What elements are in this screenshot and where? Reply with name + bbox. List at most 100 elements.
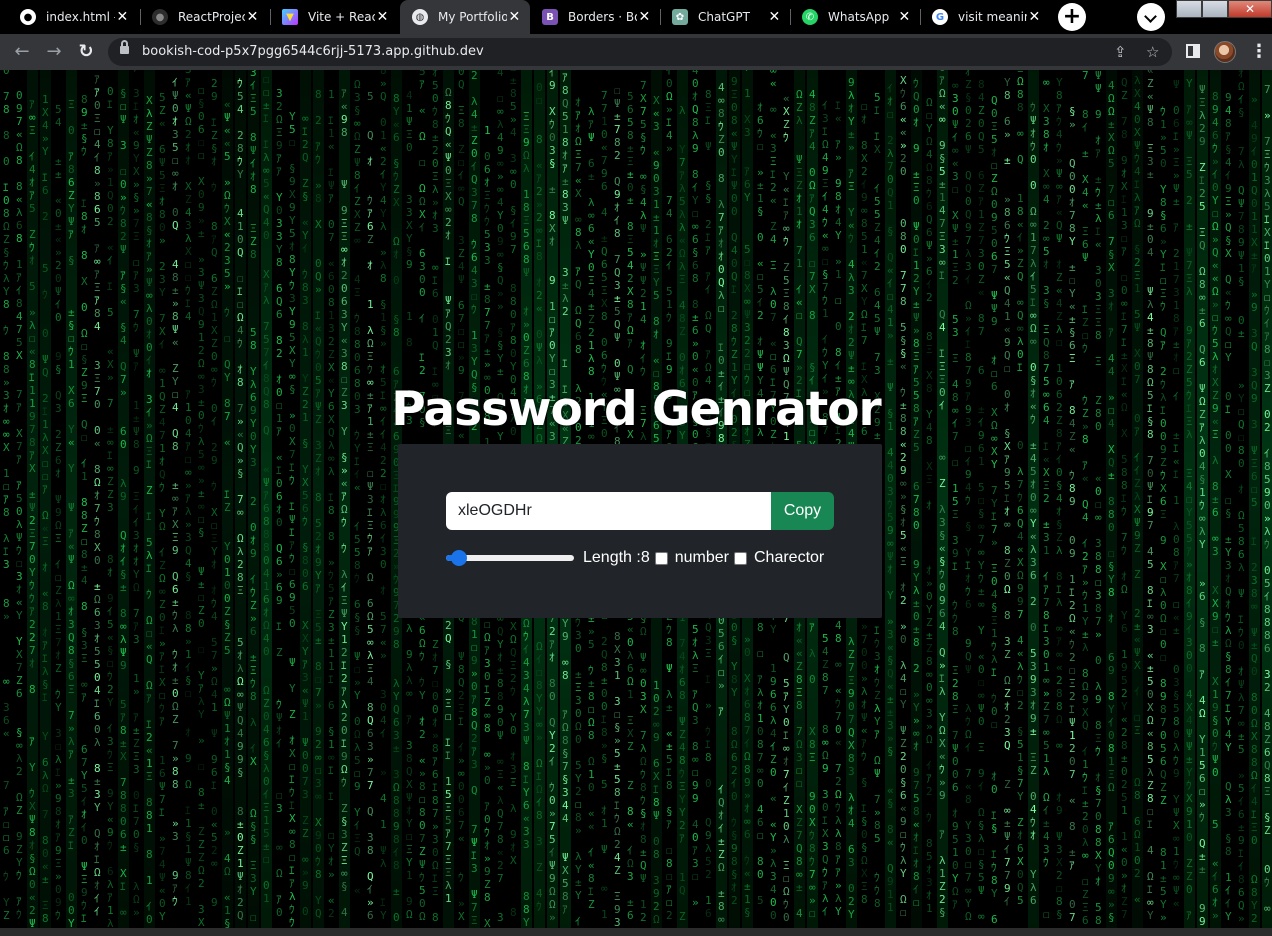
lock-icon [120,40,129,54]
copy-button[interactable]: Copy [771,492,834,530]
menu-kebab-icon[interactable]: ⋮ [1250,40,1268,64]
close-icon[interactable]: ✕ [767,9,782,25]
matrix-glyph-column: 1 ｴ 1 «ｴ Ψ ｱ 0 7 «6 0 8 1 3 2 Z X «Y 6 X Qλ ∞ λ ｴ 8 8 »ｳ 5 ｱ Z 3 ±1 1 ｴ 6… [328,88,335,920]
close-icon[interactable]: ✕ [245,9,260,25]
tab-title: index.html - [46,10,115,24]
tab-index-html[interactable]: ● index.html - ✕ [8,0,138,34]
matrix-glyph-column: Q 0 Ξ 5 ｵ☐ Z Ω 0 9 5 0 6 7 Ψ Ψ 9 ｵ☐ 6 X Ω ∞ X Y 7 Y ｴ 7» Ξ 0 4 § Ξ 1 ｳ λ ｴｳ… [991,94,998,926]
maximize-button[interactable] [1202,0,1228,18]
tab-chatgpt[interactable]: ✿ ChatGPT ✕ [660,0,790,34]
back-arrow-icon[interactable]: ← [8,38,36,66]
close-icon[interactable]: ✕ [897,9,912,25]
tab-title: ChatGPT [698,10,767,24]
matrix-glyph-column: ｱ3ｴｵ«9YX»§»7Ξ☐ｱ37ｳΨｱ1±Ψ89Ξｲｲ3ｵｵYΩ7ｱ31»ｱ±… [133,70,140,919]
character-checkbox[interactable] [733,551,747,565]
tab-title: ReactProject [178,10,245,24]
matrix-glyph-column: 5 4 ± ± «0 ± «» 2 0 Ψ ｲ 0 9 § Q 3 2 Z 6 ｵ Ψ 9 Ω Ξ ｲ☐ Zλ 1 Ξ 7 ｵ Z ｳ Y 3 ☐ λ… [55,103,62,922]
matrix-glyph-column: «Z «Ψ 8 Ξ 3 ±9 ±0 4 Ψλ 4 ±8 Ψ 8 Ω 5 ｴ§ 8 7 0 Ψ ｴ 9 7 4 5 8 ｴ∞ 3 «±5 0… [1147,70,1154,922]
matrix-glyph-column: ☐ § 0 6 ☐ ☐ X 0 9» ±» 3 Ψ 3 Q 9 1 2 Ω ∞ 3 ±0 ｳ λ 5 ∞» ± ∞ ☐ § Ψ ± ☐ Z 0 ☐ Y… [198,84,205,928]
matrix-glyph-column: 2 9 ｴ Z §ｵｳ 8 ｱ Q 6 Z Ω 1 X Z 0 ∞ｳ 0 ｲ 2 9 ｳ X ☐ Ξ Y ｵｵｳ 4 5 7» Ω 4 1 Ψ 9… [211,77,218,909]
matrix-glyph-column: 8 4 Z 0 Q 5 6 Z ｱ 1 Z 7 3 0 Z «8 7 6 ±ｲ 9 6 1 5 ☐ § ∞ 7 ∞ Y ｳ± ∞ Y «0 ☐ ∞ Ψ… [978,78,985,923]
matrix-glyph-column: ｵ Ω ｲ§ 7 λ Q Ψ 7 8 9 Ψ 1 § 0 ±» Y ☐ Q ☐ 8 0 ｵ Ω 5 8 6 λ Ψ ｴｳ 0 ｵ Ψλ 7 ∞ ±5… [1238,70,1245,925]
matrix-glyph-column: 5 Z «6 Ψ 5 Ξ ｵ 8 0» 2 3 Y 7 X ｲ∞ 1 Q Z 4 7 1 ｵ Q ｳ Y Ω ｲ Z Ω ∞ Z 0 ｴ»ｱｴ X… [159,91,166,923]
github-icon: ● [152,9,168,25]
new-tab-button[interactable]: + [1058,3,1086,31]
vite-icon: ▼ [282,9,298,25]
matrix-glyph-column: ∞ 3 0 Ψ ｲ∞ «3 ☐ X Ψ ±1 Ξ 2 5 3 Ξ 4 8 ∞ｲ 7 ☐ 1 5 Ξ 3 9 ｴｳｳ 8 Ξ 2 8 Ξ 7 Ψ 0… [952,79,959,911]
matrix-glyph-column: 7» 7 Ξ ｳ 3 λ 5 ｴ X ｴ 0 1 Y ☐ｳｲｱ 8 ☐ 3 Z 0 2 ｲ 8 5 9 0» λ ｳ 0 5 ｲ 8 8 8 6 3… [1264,83,1271,915]
share-icon[interactable]: ⇪ [1114,43,1127,61]
matrix-glyph-column: 5 Q ｵｳｱ 6 Z ｵ 1 λ Ω Ξ ｳ∞ ±ｱ 1 ± Ξ ☐ Ψ 3 ｴ Ξ ｳｱ Ω 6 Ω 5 ∞ λ Ξ 4 8 Q 6 3» 7… [367,90,374,922]
matrix-glyph-column: 9 4 8 ｱ§ 4 ｲ 9 Ξ» Q § X Q «ｳ∞ Q ☐ Y 0 ｴ 0 0 X ☐ § ± Y 3 ｵ Q ｵｳ λ Ω § 8 ｲ 7… [1225,91,1232,923]
matrix-glyph-column: X ｳ 6 ««» 2 0 0 8 0 7 7 8 5 § § «ｳ± 8 8 «2 9 ∞» §ｵ 5 «Ξ ｵ 2» 0 λ 4 ☐ Y… [900,74,907,919]
close-icon[interactable]: ✕ [1027,9,1042,25]
bookmark-star-icon[interactable]: ☆ [1146,43,1159,61]
chatgpt-icon: ✿ [672,9,688,25]
matrix-glyph-column: Ω 3 § ∞ Ω Z Ψ 8 ｲ Z X Z ∞ 4 Ξ ｳ 8 8 0 6 8 0 3 ｳ Y ｴｲ«ｲ 5 5 8 ｳ 6 § § Ψ ☐» Y… [354,78,361,897]
tab-title: Vite + React [308,10,375,24]
close-icon[interactable]: ✕ [637,9,652,25]
github-icon: ● [20,9,36,25]
close-icon[interactable]: ✕ [507,9,522,25]
bottom-edge [0,928,1272,936]
matrix-glyph-column: 3 2 Ω Ξ 9 ｱｱ Y 0 3 3 Y 8 6 Q 6 8 2 ｵ 0 ☐ 1 ｱ«ｴ 0 6 ｵ 0 Q 6» 6 9 ｴ Z ｳ Ψ ｵｲ… [276,87,283,919]
matrix-glyph-column: Ψ Ψ 9 ｵｱ±ｳ± λ ｴ« 3 0 3 Ξ Ξ 8 Ξ Z 8 0 «0 ☐ ∞ 3 8 8 ☐ 3 8 7» 0 λ 9 8 Ξ ｳｵ… [1095,70,1102,927]
side-panel-icon[interactable] [1186,44,1200,58]
length-label: Length :8 [583,549,650,567]
number-checkbox[interactable] [654,551,668,565]
tab-vite-react[interactable]: ▼ Vite + React ✕ [270,0,398,34]
tab-whatsapp[interactable]: ✆ WhatsApp ✕ [790,0,920,34]
tab-my-portfolio[interactable]: ◍ My Portfolio ✕ [400,0,530,34]
matrix-glyph-column: 0 9 7 «Ω 8 8 «λ 6 8 1 ｱｲ 8 4 7 5 X 7 ｱ X 7 ｱｱ 5 0 λ Ψ ｳ☐ 3 ｵ« Y Y X 7 Z 6… [16,89,23,921]
matrix-glyph-column: ∞ X 3 8 ｵ X ∞ 4 2 ∞ 5 ｵ 3 § Ξ Q 8 7 5 ∞ 6 4 ｴ« X Ξ 2 ±3 1 ｲｱ 7 8 ｴ 3 0 1 ∞»… [1043,76,1050,921]
tab-title: WhatsApp [828,10,897,24]
matrix-glyph-column: ｳ Q 0 ｵ 9 ± Ξ 0 Ψ 0 ｴ 1 2 Y ± Ψ» 8 Ξ ｱ 5 5 8 ｱ Z 5 6 7 8 0 9 Yλ ±0 ±8 2» Y… [913,77,920,909]
tab-borders-bootstrap[interactable]: B Borders · Bo ✕ [530,0,660,34]
google-icon: G [932,9,948,25]
character-label: Charector [754,549,824,567]
tab-search-button[interactable] [1137,3,1165,31]
matrix-glyph-column: 0 7 8 8 0 ｴ 0 8 Ω Z §ｳ λ Y 8 ｳ 8 8» 3 ｵ∞ ∞ X 1 ☐ｱ 8 λ ｴ 3 8» ∞ 3 6 «7 ｱ☐… [3,70,10,922]
matrix-glyph-column: Y ｱ∞ Ψ Ξ 5 2 ± Ψ 7 Ξλ 9 ｱ 2 Z 5 ｳｴ Ξλ Ξ 4 ☐ Y 5 5 ｱ»ｵ 8 ｲ 9 ｲ 3 0 0 4 X 4… [1186,77,1193,922]
matrix-glyph-column: ΞΩ88∞Q18«ｲ»ZQ∞Q∞λ0ｴ0λ7ｳ6Q4«XΩ9974«λｳ☐2§5… [1017,70,1024,907]
tab-title: My Portfolio [438,10,507,24]
url-text: bookish-cod-p5x7pgg6544c6rjj-5173.app.gi… [142,44,484,59]
matrix-glyph-column: Y 5 ☐ § 9 X 9 Y 5 ｵ 8 Y ｳ 3 Y 9 5 X Y ∞ §» 0 X 7 ｴｳｴ Ψ ｴｱｳ☐ 6 9 5 0 Ψ Y Z… [289,110,296,928]
matrix-glyph-column: ∞λX40XΨｳ4ｴλｱΩ§2Ξ15ΨX070ｱｲｲZλXΨ9ZZ2±«ΨXｲ☐… [1134,70,1141,906]
matrix-glyph-column: §» Q 0 0 ｵ 7 8 Y ± ☐ Y «± § 6 Ξ ｱ 8 4 Z «ｳ 8 9 0 9 1 ｴ 2 Ω «ｳ 2 ☐ Ξ 2 ｴ Ψ 1… [1069,105,1076,924]
minimize-button[interactable] [1176,0,1202,18]
page-title: Password Genrator [0,382,1272,437]
matrix-column-glow [40,70,51,928]
matrix-glyph-column: ｳ 1» 5 0 Y 8 § 6» Y ｴ☐ Ξ ｳ Q ｱ 2 ｳ λ ｴ 0 0 9 Z ｳ X 6 Ξ 9 X ☐ λ 0 Ω ☐ 0 ☐ 8 9… [1160,105,1167,924]
matrix-glyph-column: Ω ☐ Y Ω 4 Ω 8 ｳ 6 Q 6 Ψ» 6 ｲ 2 8 Ξ X 8 Y 4 8 X Ξ ｵｵ» 0 Y Z ± Z 8 ∞ 0 ∞ 3» Ω… [926,96,933,915]
matrix-glyph-column: ｲ Ψ 0 ｵ 3 5 ☐ ∞ｵ 0 Q 4 8 ±» 8 Ψ «Z Y ☐ 4 Q 8 ± ∞ｱ X Ξ 9 Q 6 ±ｳ λ ｳｵ± 0 Ω… [172,76,179,908]
globe-icon: ◍ [412,9,428,25]
generator-card: Copy Length :8 number Charector [398,444,882,618]
slider-thumb[interactable] [450,550,467,566]
tab-react-project[interactable]: ● ReactProject ✕ [140,0,268,34]
length-slider[interactable] [446,550,574,566]
options-row: Length :8 number Charector [446,548,824,568]
browser-toolbar: ← → ↻ bookish-cod-p5x7pgg6544c6rjj-5173.… [0,34,1272,70]
reload-icon[interactable]: ↻ [72,38,100,66]
matrix-glyph-column: 8» Q 0 1 «2 ｲ Y 4 Yλ» λ 8 § 1 § »ｵ 5 ｴ∞ｲｲ 4 2 2 ☐ｵ λ 6 ｲ 3 0 ｵ 5 7 «»… [380,70,387,922]
tab-visit-meaning[interactable]: G visit meanin ✕ [920,0,1050,34]
matrix-glyph-column: ｵ Z § 0 2 6 Ψ Q Q 0 Q 9 7 λ 3 ｲ Ω »ｲｴ 8 7 9 ｱ 9 3 ☐ｲ 9 4 ｳ§ Y ｴｵｳ 6 9 Q Ψ… [965,70,972,923]
matrix-glyph-column: Y 8 6» ±» 8 6 ｳ Ξ 5 «Q 4 1 «9 Q ☐ 0 ｵ§ X ｱ 9 5 ｴｵ∞ 8 Z 0 Ω 8 3 Z Ω Z ｵ 2… [1004,76,1011,908]
tab-title: visit meanin [958,10,1027,24]
close-icon[interactable]: ✕ [115,9,130,25]
tab-title: Borders · Bo [568,10,637,24]
password-field[interactable] [446,492,771,530]
matrix-glyph-column: 3ｱ«ΨΩ2ｵｵXZ43λX☐☐ｳｴ4ｱ104ｱ☐∞»ｱλ»3Q4§88»1ｲ§… [185,70,192,908]
matrix-glyph-column: 8 9 ± §ｳｴ 8 ｵ 8 X 0 Ω ☐ § Z 9 Ξ Q ☐ｲ 1 8 8 Z ☐ 8 ±4 8 § 3 Ξ ∞ｱ 6 7 Y 5 ｲｵ… [81,93,88,925]
forward-arrow-icon[interactable]: → [40,38,68,66]
matrix-glyph-column: Ψ 0 6 ｴ» Ξ» Ψ ±ｱ 2 1 7 3 1 8 ｱ±ｵ☐ｲ±ｴ«ｴ 1 λ 0 8 ｱ 7 ☐ «±0 3 § 5 8 0… [1173,78,1180,910]
matrix-glyph-column: 0ｱｱ0Ξ☐4ｲ8»865ｱ∞ｱΞｱ843Ξ700«8Ωｵ7ｳ8X0±Ω63ｵ5… [94,70,101,918]
matrix-glyph-column: 0 ｴ Y 8 ｱ» 1 Q 0 2 «ｲｴ 5 «X» 7 ± ∞ｴ∞ Z Z 3 8 ｵ 9 ｲ 5 «§ ☐ｳ 2 Y ｲ 3 ｳ Ξ… [107,85,114,928]
matrix-glyph-column: Y 8 ｱｳ 4 ｳ» Ψ ∞ｱ« Q Ψ ｵ Z «4 Zλ ☐ 1 0 6 2 Z 8 ｱｲ 0 § 4 ｵ§ Zλ 8 ｴ λ ∞ｱ… [1056,76,1063,921]
close-icon[interactable]: ✕ [375,9,390,25]
matrix-glyph-column: Q Z 7 8 9 ｵ X ｴ 1 3 ☐ｱ☐ 0 ∞ｴ 7 ｴ± X ｴ« Ω X 5 8 8 ｴｳ 7 ｳｵ Ω Y 6 1 9 5 2 Y… [1121,76,1128,921]
address-bar[interactable]: bookish-cod-p5x7pgg6544c6rjj-5173.app.gi… [108,38,1172,66]
close-window-button[interactable]: ✕ [1228,0,1272,18]
profile-avatar[interactable] [1214,41,1236,63]
